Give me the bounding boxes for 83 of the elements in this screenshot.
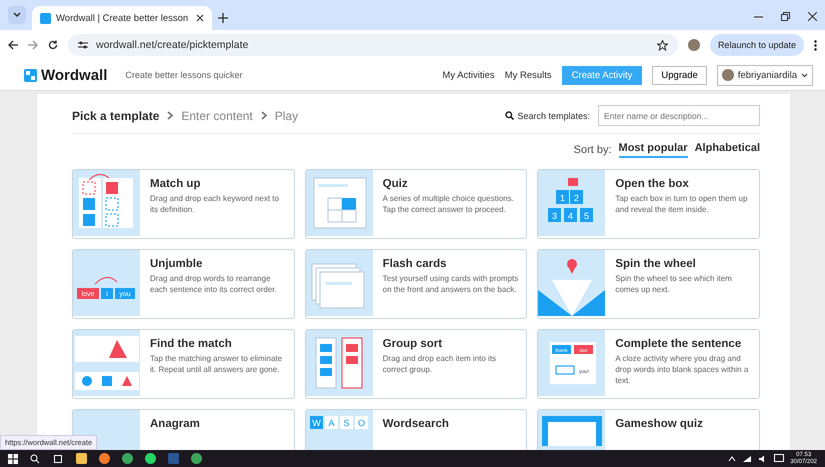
template-description: A series of multiple choice questions. Tap the correct answer to proceed.	[382, 194, 515, 216]
template-title: Group sort	[382, 338, 444, 350]
close-icon[interactable]	[196, 14, 204, 22]
upgrade-button[interactable]: Upgrade	[652, 66, 707, 84]
wifi-icon[interactable]	[742, 454, 752, 462]
template-description: Drag and drop each item into its correct group.	[382, 354, 498, 376]
template-description: Tap the matching answer to eliminate it. Repeat until all answers are gone.	[150, 354, 284, 376]
browser-icon[interactable]	[99, 453, 110, 464]
template-title: Anagram	[150, 418, 200, 430]
template-card[interactable]: Spin the wheel Spin the wheel to see which item comes up next.	[537, 249, 760, 319]
browser-icon[interactable]	[191, 453, 202, 464]
nav-link[interactable]: My Results	[504, 70, 552, 80]
address-bar[interactable]: wordwall.net/create/picktemplate	[68, 34, 678, 56]
template-title: Unjumble	[150, 258, 204, 270]
template-description: Test yourself using cards with prompts on the front and answers on the back.	[382, 274, 518, 296]
chat-icon[interactable]	[145, 453, 156, 464]
match-up-drawing	[79, 174, 133, 228]
site-logo-icon	[40, 12, 51, 24]
logo-text[interactable]: Wordwall	[41, 66, 108, 84]
template-description: Drag and drop words to rearrange each sentence into its correct order.	[150, 274, 278, 296]
sort-option[interactable]: Most popular	[618, 142, 688, 158]
group-sort-drawing	[315, 338, 362, 388]
template-card[interactable]: Match up Drag and drop each keyword next to its definition.	[72, 169, 295, 239]
gameshow-screen-drawing	[542, 416, 602, 446]
sort-label: Sort by:	[574, 144, 612, 156]
tab-list-button[interactable]	[8, 6, 26, 24]
template-title: Complete the sentence	[615, 338, 742, 350]
template-title: Gameshow quiz	[615, 418, 703, 430]
logo-icon	[24, 68, 37, 82]
template-title: Match up	[150, 178, 202, 190]
template-card[interactable]: Flash cards Test yourself using cards with prompts on the front and answers on the back.	[304, 249, 528, 319]
forward-arrow-icon[interactable]	[28, 40, 38, 50]
template-title: Quiz	[382, 178, 409, 190]
back-arrow-icon[interactable]	[8, 40, 18, 50]
letter-grid-drawing: W A S O	[310, 416, 368, 429]
new-tab-icon[interactable]	[218, 13, 228, 23]
star-icon[interactable]	[656, 40, 668, 50]
quiz-drawing	[313, 178, 366, 228]
template-description: Spin the wheel to see which item comes up next.	[615, 274, 733, 296]
menu-icon[interactable]	[814, 40, 817, 50]
site-settings-icon	[78, 41, 88, 49]
user-menu[interactable]: febriyaniardila	[716, 64, 813, 86]
template-title: Wordsearch	[382, 418, 449, 430]
template-title: Open the box	[615, 178, 690, 190]
windows-icon[interactable]	[8, 454, 18, 464]
search-label: Search templates:	[517, 110, 590, 120]
template-title: Flash cards	[382, 258, 448, 270]
template-card[interactable]: Find the match Tap the matching answer to eliminate it. Repeat until all answers are gone.	[72, 329, 295, 399]
search-field[interactable]: Enter name or description...	[598, 105, 760, 126]
folder-icon[interactable]	[76, 453, 87, 464]
task-view-icon[interactable]	[52, 454, 64, 464]
chevron-up-icon[interactable]	[728, 456, 736, 462]
template-description: A cloze activity where you drag and drop words into blank spaces within a text.	[615, 354, 750, 386]
template-card[interactable]: 1 2 3 4 5 Open the box Tap each box in turn to open them up and reveal the item inside.	[537, 169, 760, 239]
restore-icon[interactable]	[781, 12, 790, 21]
template-card[interactable]: Quiz A series of multiple choice questions. Tap the correct answer to proceed.	[304, 169, 528, 239]
breadcrumb-step: Enter content	[181, 108, 253, 122]
relaunch-button[interactable]: Relaunch to update	[710, 34, 804, 56]
sort-option[interactable]: Alphabetical	[694, 142, 760, 158]
template-card[interactable]: Group sort Drag and drop each item into its correct group.	[304, 329, 528, 399]
template-description: Tap each box in turn to open them up and reveal the item inside.	[615, 194, 748, 216]
shapes-drawing	[75, 336, 139, 390]
close-icon[interactable]	[808, 12, 817, 21]
flash-cards-drawing	[311, 264, 364, 308]
browser-icon[interactable]	[122, 453, 133, 464]
reload-icon[interactable]	[48, 40, 58, 50]
profile-avatar[interactable]	[688, 39, 700, 51]
breadcrumb-step: Play	[274, 108, 298, 122]
chevron-right-icon	[260, 111, 267, 120]
template-title: Find the match	[150, 338, 233, 350]
browser-tab[interactable]: Wordwall | Create better lesson	[32, 6, 212, 30]
chevron-down-icon	[13, 12, 21, 18]
search-icon[interactable]	[30, 454, 40, 464]
numbered-boxes-drawing: 1 2 3 4 5	[548, 178, 594, 222]
chevron-down-icon	[801, 72, 808, 78]
template-title: Spin the wheel	[615, 258, 697, 270]
search-icon	[505, 111, 514, 120]
nav-link[interactable]: My Activities	[442, 70, 495, 80]
notification-icon[interactable]	[774, 454, 784, 463]
breadcrumb-step: Pick a template	[72, 108, 160, 122]
chevron-right-icon	[167, 111, 174, 120]
template-description: Drag and drop each keyword next to its definition.	[150, 194, 280, 216]
tagline: Create better lessons quicker	[125, 70, 242, 80]
